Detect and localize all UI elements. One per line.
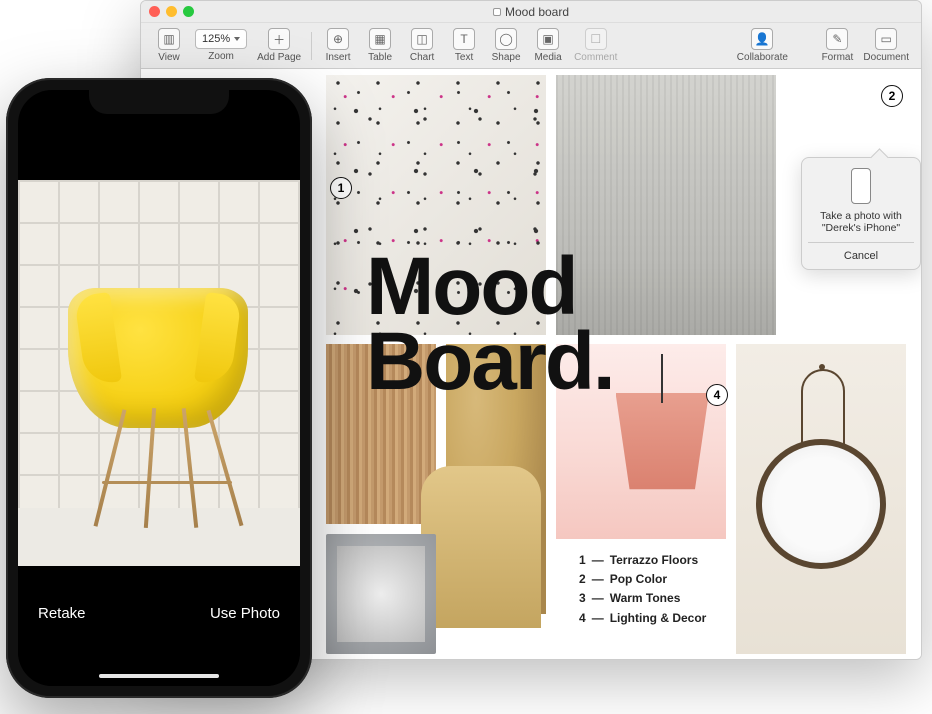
legend-row: 1 — Terrazzo Floors: [579, 551, 706, 570]
media-button[interactable]: ▣ Media: [528, 28, 568, 63]
image-fur[interactable]: [326, 534, 436, 654]
window-title: Mood board: [493, 5, 569, 19]
shape-label: Shape: [492, 52, 521, 63]
legend-label: Warm Tones: [610, 589, 681, 608]
fullscreen-button[interactable]: [183, 6, 194, 17]
view-button[interactable]: ▥ View: [149, 28, 189, 63]
shape-icon: ◯: [495, 28, 517, 50]
phone-icon: [851, 168, 871, 204]
titlebar: Mood board: [141, 1, 921, 23]
continuity-camera-popover: Take a photo with "Derek's iPhone" Cance…: [801, 157, 921, 270]
popover-text1: Take a photo with: [808, 210, 914, 222]
format-icon: ✎: [826, 28, 848, 50]
preview-chair: [48, 248, 268, 528]
document-label: Document: [863, 52, 909, 63]
view-icon: ▥: [158, 28, 180, 50]
legend-num: 1: [579, 551, 586, 570]
table-label: Table: [368, 52, 392, 63]
table-button[interactable]: ▦ Table: [360, 28, 400, 63]
legend-row: 3 — Warm Tones: [579, 589, 706, 608]
add-page-icon: ＋: [268, 28, 290, 50]
camera-controls: Retake Use Photo: [18, 566, 300, 686]
collaborate-button[interactable]: 👤 Collaborate: [733, 28, 792, 63]
insert-icon: ⊕: [327, 28, 349, 50]
legend-row: 4 — Lighting & Decor: [579, 609, 706, 628]
camera-preview[interactable]: [18, 180, 300, 568]
legend-num: 3: [579, 589, 586, 608]
legend-label: Terrazzo Floors: [610, 551, 698, 570]
comment-button[interactable]: ☐ Comment: [570, 28, 621, 63]
chart-icon: ◫: [411, 28, 433, 50]
media-label: Media: [534, 52, 561, 63]
iphone-device: Retake Use Photo: [6, 78, 312, 698]
chair-leg: [94, 409, 127, 526]
popover-text2: "Derek's iPhone": [808, 222, 914, 234]
retake-button[interactable]: Retake: [38, 605, 86, 622]
legend-label: Pop Color: [610, 570, 667, 589]
home-indicator[interactable]: [99, 674, 219, 678]
legend-row: 2 — Pop Color: [579, 570, 706, 589]
close-button[interactable]: [149, 6, 160, 17]
chair-seat: [68, 288, 248, 428]
callout-1[interactable]: 1: [330, 177, 352, 199]
insert-label: Insert: [326, 52, 351, 63]
chair-rung: [102, 481, 232, 484]
window-title-text: Mood board: [505, 5, 569, 19]
collaborate-icon: 👤: [751, 28, 773, 50]
use-photo-button[interactable]: Use Photo: [210, 605, 280, 622]
media-icon: ▣: [537, 28, 559, 50]
headline-line1: Mood: [366, 249, 614, 324]
zoom-value[interactable]: 125%: [195, 29, 247, 49]
comment-label: Comment: [574, 52, 617, 63]
zoom-control[interactable]: 125% Zoom: [191, 29, 251, 62]
window-controls: [149, 6, 194, 17]
format-label: Format: [822, 52, 854, 63]
comment-icon: ☐: [585, 28, 607, 50]
document-icon: [493, 8, 501, 16]
headline-line2: Board.: [366, 324, 614, 399]
chart-button[interactable]: ◫ Chart: [402, 28, 442, 63]
popover-cancel-button[interactable]: Cancel: [808, 242, 914, 269]
minimize-button[interactable]: [166, 6, 177, 17]
text-button[interactable]: T Text: [444, 28, 484, 63]
callout-4[interactable]: 4: [706, 384, 728, 406]
legend-dash: —: [592, 589, 604, 608]
legend-dash: —: [592, 609, 604, 628]
insert-button[interactable]: ⊕ Insert: [318, 28, 358, 63]
callout-2[interactable]: 2: [881, 85, 903, 107]
format-button[interactable]: ✎ Format: [817, 28, 857, 63]
document-button[interactable]: ▭ Document: [859, 28, 913, 63]
chair-leg: [207, 410, 244, 526]
headline[interactable]: Mood Board.: [366, 249, 614, 400]
legend-num: 2: [579, 570, 586, 589]
iphone-screen: Retake Use Photo: [18, 90, 300, 686]
collaborate-label: Collaborate: [737, 52, 788, 63]
iphone-notch: [89, 90, 229, 114]
legend-label: Lighting & Decor: [610, 609, 707, 628]
mirror-ring: [756, 439, 886, 569]
add-page-label: Add Page: [257, 52, 301, 63]
legend-dash: —: [592, 570, 604, 589]
shape-button[interactable]: ◯ Shape: [486, 28, 526, 63]
view-label: View: [158, 52, 180, 63]
legend-num: 4: [579, 609, 586, 628]
toolbar: ▥ View 125% Zoom ＋ Add Page ⊕ Insert ▦ T…: [141, 23, 921, 69]
toolbar-separator: [311, 32, 312, 60]
mirror-hook: [819, 364, 825, 370]
document-icon: ▭: [875, 28, 897, 50]
chart-label: Chart: [410, 52, 434, 63]
zoom-label: Zoom: [208, 51, 234, 62]
table-icon: ▦: [369, 28, 391, 50]
legend[interactable]: 1 — Terrazzo Floors 2 — Pop Color 3 — Warm Ton…: [579, 551, 706, 628]
legend-dash: —: [592, 551, 604, 570]
text-icon: T: [453, 28, 475, 50]
add-page-button[interactable]: ＋ Add Page: [253, 28, 305, 63]
text-label: Text: [455, 52, 473, 63]
mirror-strap: [801, 369, 845, 449]
